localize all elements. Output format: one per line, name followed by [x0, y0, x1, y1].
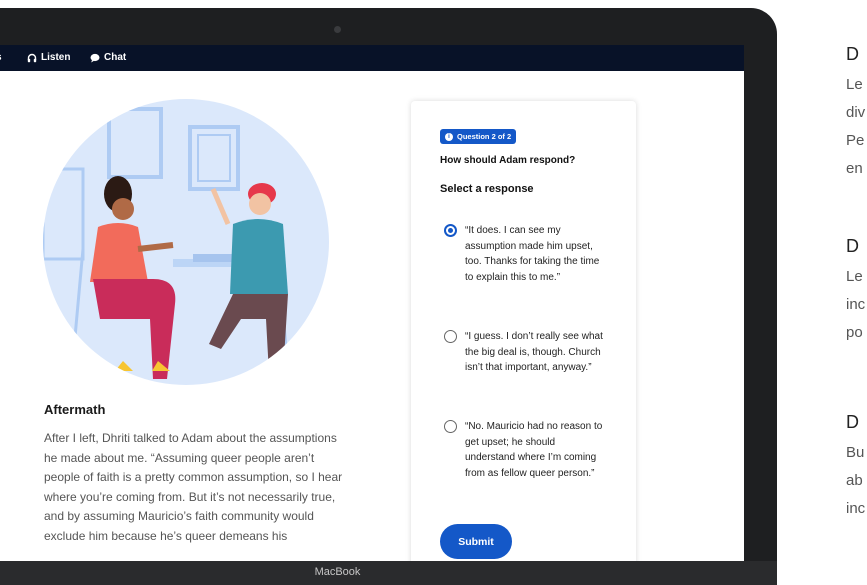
response-option-text: “No. Mauricio had no reason to get upset… [465, 421, 603, 479]
device-brand: MacBook [314, 566, 361, 578]
side-block-1: D Le div Pe en [846, 44, 865, 183]
submit-button[interactable]: Submit [440, 524, 512, 559]
nav-item-label: Chat [104, 52, 127, 63]
screen: s Listen Chat [0, 45, 744, 561]
response-option-text: “It does. I can see my assumption made h… [465, 225, 600, 283]
radio-button-selected[interactable] [444, 224, 457, 237]
radio-button[interactable] [444, 330, 457, 343]
side-block-3: D Bu ab inc [846, 412, 865, 523]
stage: MacBook s Listen Chat [0, 0, 867, 585]
story-illustration [43, 99, 329, 385]
side-line: inc [846, 500, 866, 517]
side-line: en [846, 160, 863, 177]
question-badge: i Question 2 of 2 [440, 129, 517, 144]
question-badge-label: Question 2 of 2 [457, 132, 512, 141]
question-card: i Question 2 of 2 How should Adam respon… [411, 101, 636, 561]
navbar: s Listen Chat [0, 45, 744, 71]
nav-item-chat[interactable]: Chat [90, 52, 126, 63]
nav-item-listen[interactable]: Listen [27, 52, 70, 63]
side-heading: D [846, 44, 859, 64]
question-prompt: How should Adam respond? [440, 155, 576, 166]
nav-item-partial[interactable]: s [0, 52, 2, 63]
side-line: Le [846, 268, 863, 285]
side-heading: D [846, 236, 859, 256]
side-line: Bu [846, 444, 865, 461]
side-line: Pe [846, 132, 865, 149]
side-heading: D [846, 412, 859, 432]
chat-bubble-icon [90, 53, 100, 62]
conversation-illustration [43, 107, 290, 379]
info-icon: i [445, 132, 453, 141]
camera-icon [334, 26, 341, 33]
radio-button[interactable] [444, 420, 457, 433]
response-option-text: “I guess. I don’t really see what the bi… [465, 331, 603, 373]
side-line: ab [846, 472, 863, 489]
nav-item-label: Listen [41, 52, 71, 63]
story-title: Aftermath [44, 402, 106, 417]
side-line: po [846, 324, 863, 341]
side-line: Le [846, 76, 863, 93]
side-block-2: D Le inc po [846, 236, 865, 347]
question-instruction: Select a response [440, 183, 534, 195]
nav-item-label: s [0, 52, 2, 63]
story-body: After I left, Dhriti talked to Adam abou… [44, 431, 343, 543]
side-line: div [846, 104, 866, 121]
headphones-icon [27, 53, 37, 62]
side-line: inc [846, 296, 866, 313]
